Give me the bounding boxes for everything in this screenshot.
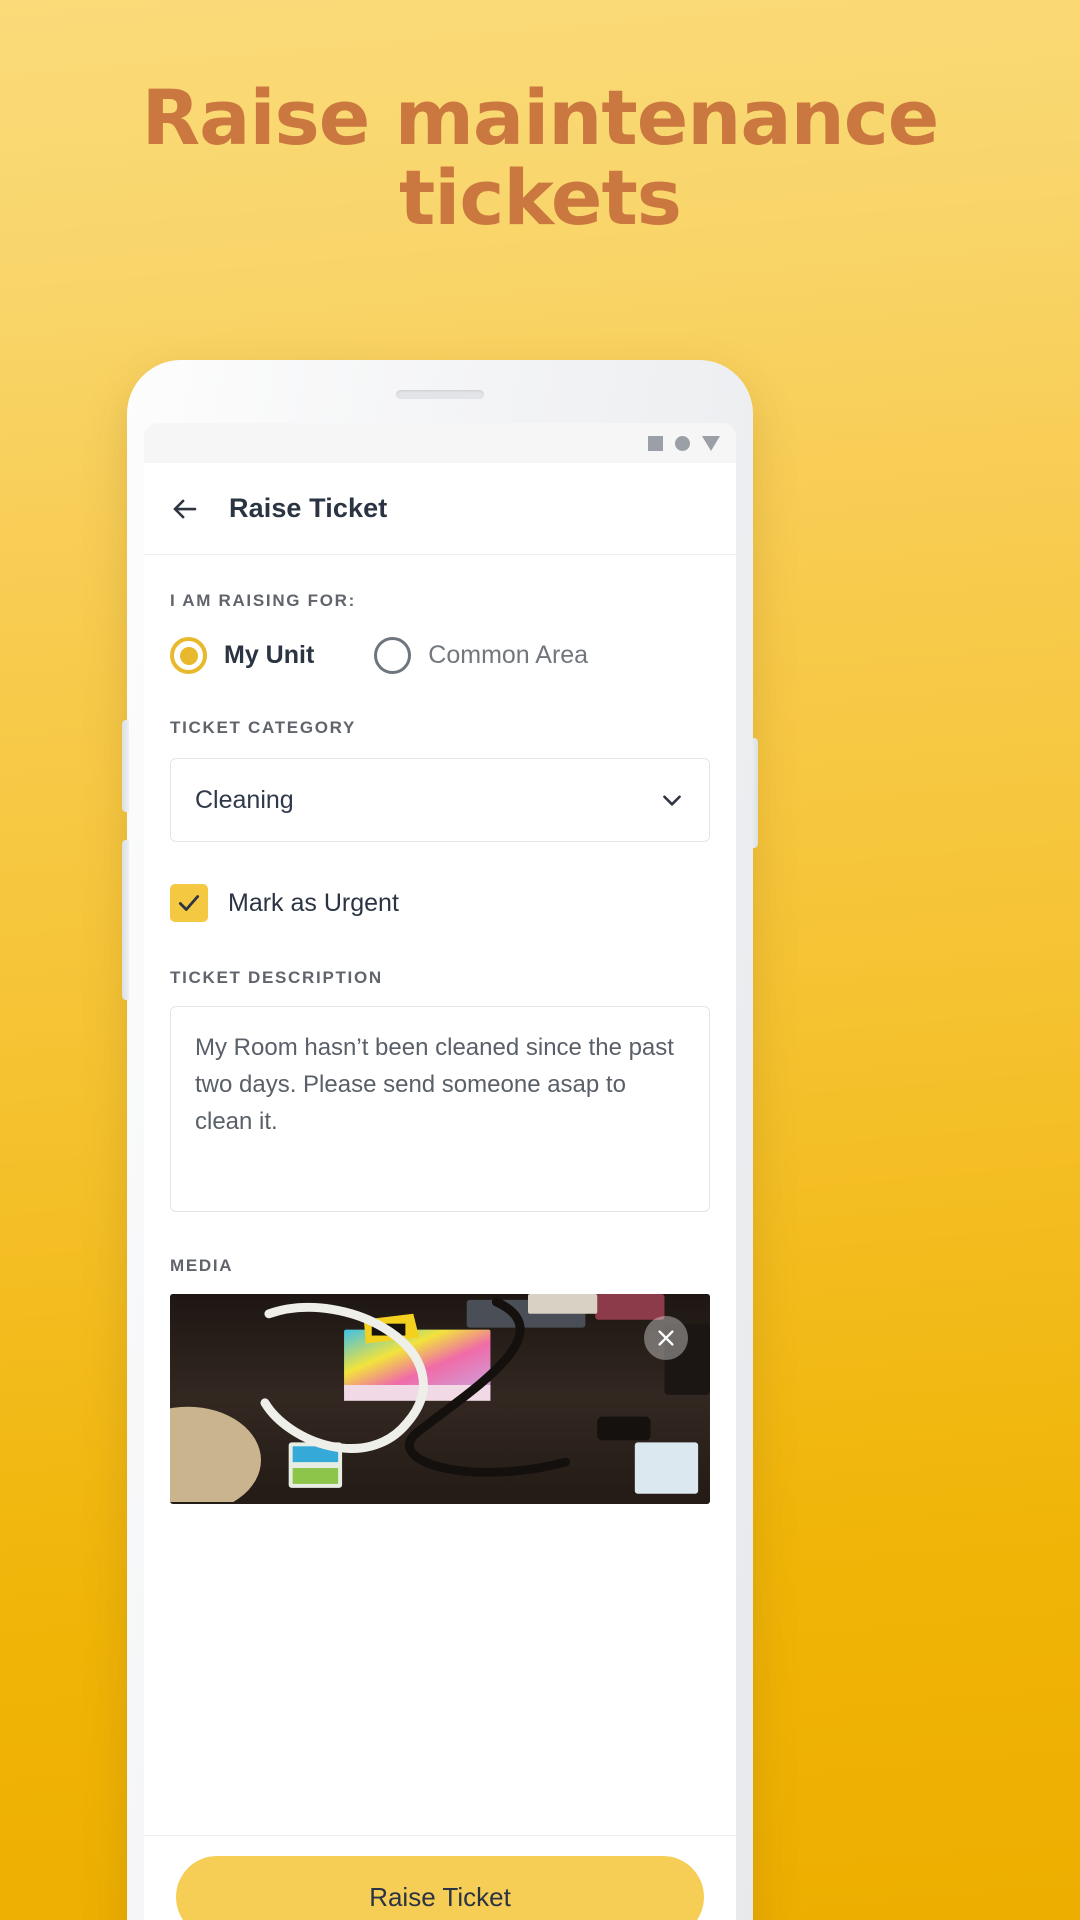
earpiece-speaker xyxy=(396,390,484,399)
ticket-category-select[interactable]: Cleaning xyxy=(170,758,710,842)
ticket-description-value: My Room hasn’t been cleaned since the pa… xyxy=(195,1034,674,1135)
close-icon xyxy=(658,1330,674,1346)
radio-selected-icon xyxy=(170,637,207,674)
ticket-category-value: Cleaning xyxy=(195,785,294,814)
app-bar-title: Raise Ticket xyxy=(229,493,388,523)
phone-volume-down-button xyxy=(122,840,129,1000)
triangle-down-icon xyxy=(702,435,720,451)
remove-media-button[interactable] xyxy=(644,1316,688,1360)
circle-icon xyxy=(675,435,690,451)
page-title: Raise maintenance tickets xyxy=(0,78,1080,238)
ticket-description-input[interactable]: My Room hasn’t been cleaned since the pa… xyxy=(170,1006,710,1212)
phone-power-button xyxy=(751,738,758,848)
phone-screen: Raise Ticket I AM RAISING FOR: My Unit C… xyxy=(144,423,736,1920)
media-thumbnail[interactable] xyxy=(170,1294,710,1504)
media-photo xyxy=(170,1294,710,1502)
radio-dot xyxy=(179,646,198,665)
arrow-left-icon[interactable] xyxy=(170,494,200,524)
phone-mockup: Raise Ticket I AM RAISING FOR: My Unit C… xyxy=(122,360,758,1920)
urgent-checkbox[interactable] xyxy=(170,884,208,922)
app-bar: Raise Ticket xyxy=(144,463,736,555)
radio-label-common-area: Common Area xyxy=(428,641,589,669)
mark-as-urgent-row[interactable]: Mark as Urgent xyxy=(170,884,710,922)
status-bar xyxy=(144,423,736,463)
raise-ticket-form: I AM RAISING FOR: My Unit Common Area TI… xyxy=(144,555,736,1504)
headline-line-2: tickets xyxy=(398,153,682,242)
radio-option-common-area[interactable]: Common Area xyxy=(374,637,588,674)
chevron-down-icon xyxy=(659,787,685,813)
headline-line-1: Raise maintenance xyxy=(141,73,940,162)
square-icon xyxy=(648,435,663,451)
urgent-checkbox-label: Mark as Urgent xyxy=(228,888,399,917)
bottom-action-bar: Raise Ticket xyxy=(144,1835,736,1920)
raising-for-label: I AM RAISING FOR: xyxy=(170,591,356,610)
radio-label-my-unit: My Unit xyxy=(224,641,315,669)
ticket-description-label: TICKET DESCRIPTION xyxy=(170,968,383,987)
phone-volume-up-button xyxy=(122,720,129,812)
promo-screenshot: Raise maintenance tickets Raise Ticket I… xyxy=(0,0,1080,1920)
raise-ticket-submit-button[interactable]: Raise Ticket xyxy=(176,1856,704,1920)
check-icon xyxy=(178,895,200,911)
radio-option-my-unit[interactable]: My Unit xyxy=(170,637,314,674)
media-label: MEDIA xyxy=(170,1256,234,1275)
radio-unselected-icon xyxy=(374,637,412,674)
ticket-category-label: TICKET CATEGORY xyxy=(170,718,357,737)
raising-for-radio-group: My Unit Common Area xyxy=(170,637,710,674)
